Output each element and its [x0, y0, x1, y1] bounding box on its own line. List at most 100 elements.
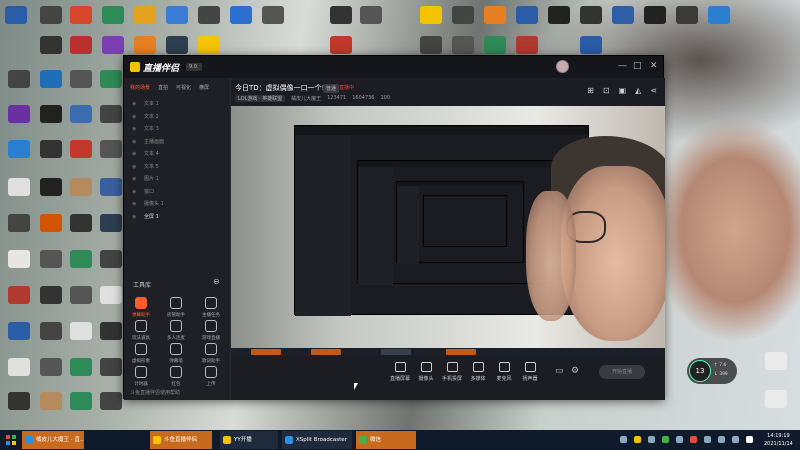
desktop-icon[interactable] — [40, 322, 62, 340]
start-live-button[interactable]: 开始直播 — [599, 365, 645, 379]
desktop-icon[interactable] — [70, 178, 92, 196]
desktop-icon[interactable] — [100, 140, 122, 158]
tray-icon[interactable] — [620, 436, 627, 443]
room-category[interactable]: LOL游戏 · 英雄联盟 — [235, 95, 286, 102]
desktop-icon[interactable] — [100, 178, 122, 196]
source-button[interactable]: 多媒体 — [465, 362, 491, 382]
desktop-icon[interactable] — [70, 250, 92, 268]
desktop-icon[interactable] — [70, 105, 92, 123]
scene-item[interactable]: ◉ 文本 3 — [132, 125, 222, 135]
desktop-icon[interactable] — [8, 105, 30, 123]
eye-icon[interactable]: ◉ — [132, 176, 138, 182]
desktop-icon[interactable] — [548, 6, 570, 24]
bell-icon[interactable]: ◭ — [635, 86, 641, 95]
record-toggle-icon[interactable]: ▭ — [555, 366, 564, 376]
eye-icon[interactable]: ◉ — [132, 126, 138, 132]
desktop-icon[interactable] — [70, 358, 92, 376]
tool-item[interactable]: 上传 — [195, 366, 227, 392]
scene-item[interactable]: ◉ 文本 1 — [132, 100, 222, 110]
source-button[interactable]: 扬声器 — [517, 362, 543, 382]
desktop-icon[interactable] — [330, 36, 352, 54]
desktop-icon[interactable] — [765, 352, 787, 370]
desktop-icon[interactable] — [420, 6, 442, 24]
record-icon[interactable]: ▣ — [619, 86, 627, 95]
desktop-icon[interactable] — [100, 250, 122, 268]
desktop-icon[interactable] — [100, 392, 122, 410]
desktop-icon[interactable] — [40, 358, 62, 376]
desktop-icon[interactable] — [516, 36, 538, 54]
taskbar-app[interactable]: 斗鱼直播伴侣 — [150, 431, 212, 449]
desktop-icon[interactable] — [8, 140, 30, 158]
desktop-icon[interactable] — [166, 6, 188, 24]
desktop-icon[interactable] — [70, 70, 92, 88]
tray-icon[interactable] — [676, 436, 683, 443]
desktop-icon[interactable] — [452, 6, 474, 24]
scene-item[interactable]: ◉ 文本 5 — [132, 163, 222, 173]
desktop-icon[interactable] — [8, 322, 30, 340]
desktop-icon[interactable] — [40, 178, 62, 196]
desktop-icon[interactable] — [230, 6, 252, 24]
desktop-icon[interactable] — [360, 6, 382, 24]
tools-settings-icon[interactable]: ⊖ — [213, 277, 220, 286]
desktop-icon[interactable] — [100, 105, 122, 123]
desktop-icon[interactable] — [70, 392, 92, 410]
desktop-icon[interactable] — [70, 6, 92, 24]
desktop-icon[interactable] — [612, 6, 634, 24]
desktop-icon[interactable] — [330, 6, 352, 24]
minimize-button[interactable]: — — [618, 61, 627, 71]
desktop-icon[interactable] — [40, 392, 62, 410]
windows-start-icon[interactable] — [6, 435, 16, 445]
desktop-icon[interactable] — [70, 140, 92, 158]
desktop-icon[interactable] — [100, 286, 122, 304]
volume-icon[interactable] — [718, 436, 725, 443]
desktop-icon[interactable] — [580, 6, 602, 24]
wifi-icon[interactable] — [704, 436, 711, 443]
desktop-icon[interactable] — [765, 390, 787, 408]
maximize-button[interactable]: □ — [633, 61, 642, 71]
desktop-icon[interactable] — [676, 6, 698, 24]
eye-icon[interactable]: ◉ — [132, 201, 138, 207]
source-button[interactable]: 麦克风 — [491, 362, 517, 382]
tray-icon[interactable] — [690, 436, 697, 443]
desktop-icon[interactable] — [40, 105, 62, 123]
scene-item[interactable]: ◉ 主播画面 — [132, 138, 222, 148]
desktop-icon[interactable] — [516, 6, 538, 24]
desktop-icon[interactable] — [8, 286, 30, 304]
desktop-icon[interactable] — [40, 250, 62, 268]
taskbar-app[interactable]: 橘皮儿大魔王 - 直... — [22, 431, 84, 449]
desktop-icon[interactable] — [40, 286, 62, 304]
desktop-icon[interactable] — [40, 214, 62, 232]
desktop-icon[interactable] — [262, 6, 284, 24]
stream-preview[interactable] — [231, 106, 665, 348]
desktop-icon[interactable] — [166, 36, 188, 54]
desktop-icon[interactable] — [198, 36, 220, 54]
tab-landscape[interactable]: 横屏 — [199, 84, 209, 91]
eye-icon[interactable]: ◉ — [132, 214, 138, 220]
settings-icon[interactable]: ⚙ — [571, 366, 579, 376]
desktop-icon[interactable] — [484, 6, 506, 24]
taskbar-app[interactable]: YY开播 — [220, 431, 278, 449]
desktop-icon[interactable] — [100, 214, 122, 232]
desktop-icon[interactable] — [580, 36, 602, 54]
eye-icon[interactable]: ◉ — [132, 114, 138, 120]
desktop-icon[interactable] — [420, 36, 442, 54]
desktop-icon[interactable] — [8, 178, 30, 196]
desktop-icon[interactable] — [8, 214, 30, 232]
scene-item[interactable]: ◉ 文本 4 — [132, 150, 222, 160]
taskbar-app[interactable]: 微信 — [356, 431, 416, 449]
battery-icon[interactable] — [732, 436, 739, 443]
desktop-icon[interactable] — [452, 36, 474, 54]
room-title[interactable]: 今日TD：虚拟偶像一口一个! — [235, 83, 324, 93]
tab-my-scenes[interactable]: 我的场景 — [130, 84, 150, 91]
scene-item[interactable]: ◉ 全屏 1 — [132, 213, 222, 223]
eye-icon[interactable]: ◉ — [132, 151, 138, 157]
desktop-icon[interactable] — [100, 70, 122, 88]
desktop-icon[interactable] — [100, 358, 122, 376]
desktop-icon[interactable] — [8, 392, 30, 410]
desktop-icon[interactable] — [70, 36, 92, 54]
desktop-icon[interactable] — [708, 6, 730, 24]
tab-visual[interactable]: 可视化 — [176, 84, 191, 91]
taskbar-app[interactable]: XSplit Broadcaster — [282, 431, 352, 449]
clock[interactable]: 14:19:19 2021/11/14 — [764, 432, 793, 448]
scene-item[interactable]: ◉ 窗口 — [132, 188, 222, 198]
